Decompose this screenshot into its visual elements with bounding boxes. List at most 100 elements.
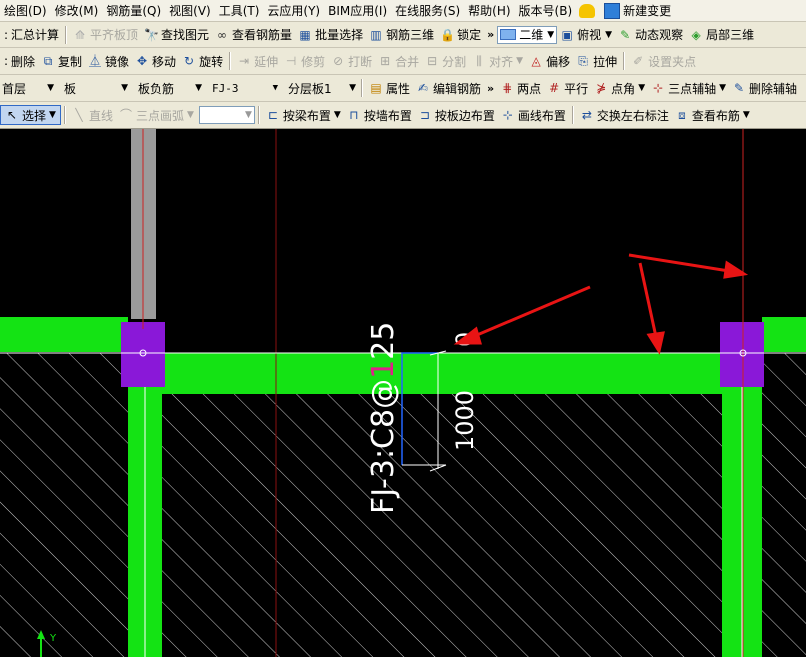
- new-change-icon: [604, 2, 621, 19]
- stretch-button[interactable]: ⎘ 拉伸: [573, 50, 620, 72]
- properties-label: 属性: [386, 81, 411, 96]
- chevron-down-icon: ▼: [638, 83, 646, 93]
- select-button[interactable]: ↖ 选择 ▼: [0, 105, 61, 125]
- align-label: 对齐: [489, 54, 514, 69]
- trim-label: 修剪: [301, 54, 326, 69]
- set-grip-button[interactable]: ✐ 设置夹点: [628, 50, 699, 72]
- batch-select-button[interactable]: ▦ 批量选择: [295, 24, 366, 46]
- layout-by-slab-edge-button[interactable]: ⊐ 按板边布置: [415, 104, 498, 126]
- local-3d-button[interactable]: ◈ 局部三维: [686, 24, 757, 46]
- arc-icon: ⌒: [119, 108, 132, 122]
- parallel-axis-button[interactable]: # 平行: [544, 77, 591, 99]
- extend-button[interactable]: ⇥ 延伸: [234, 50, 281, 72]
- new-change-button[interactable]: 新建变更: [601, 0, 674, 21]
- break-button[interactable]: ⊘ 打断: [328, 50, 375, 72]
- menu-tools[interactable]: 工具(T): [215, 2, 264, 19]
- menu-modify[interactable]: 修改(M): [51, 2, 103, 19]
- view-mode-select[interactable]: 二维 ▼: [497, 25, 558, 44]
- menu-help[interactable]: 帮助(H): [464, 2, 514, 19]
- menu-helper-icon[interactable]: [576, 0, 601, 21]
- extend-label: 延伸: [254, 54, 279, 69]
- calc-summary-label: 汇总计算: [11, 28, 60, 42]
- point-angle-button[interactable]: ⋡ 点角 ▼: [591, 77, 648, 99]
- menu-bim[interactable]: BIM应用(I): [324, 2, 391, 19]
- menu-online[interactable]: 在线服务(S): [391, 2, 464, 19]
- align-button[interactable]: ⫼ 对齐 ▼: [469, 50, 526, 72]
- merge-button[interactable]: ⊞ 合并: [375, 50, 422, 72]
- chevron-down-icon: ▼: [349, 83, 356, 93]
- axis-y-label: Y: [49, 633, 57, 644]
- two-point-axis-button[interactable]: ⋕ 两点: [497, 77, 544, 99]
- subtype-select[interactable]: 板负筋 ▼: [136, 78, 204, 98]
- separator: [623, 52, 626, 70]
- chevron-down-icon: ▼: [195, 83, 202, 93]
- view-direction-select[interactable]: ▣ 俯视 ▼: [557, 24, 615, 46]
- offset-button[interactable]: ◬ 偏移: [526, 50, 573, 72]
- split-icon: ⊟: [427, 54, 438, 68]
- drawing-canvas[interactable]: FJ-3:C8@125 0 1000 Y: [0, 129, 806, 657]
- align-slab-top-button[interactable]: ⟰ 平齐板顶: [70, 24, 141, 46]
- layer-select[interactable]: 分层板1 ▼: [286, 78, 358, 98]
- line-button[interactable]: ╲ 直线: [69, 104, 116, 126]
- dynamic-view-button[interactable]: ✎ 动态观察: [615, 24, 686, 46]
- element-select[interactable]: FJ-3 ▼: [210, 78, 280, 98]
- menu-rebar-quantity[interactable]: 钢筋量(Q): [102, 2, 165, 19]
- cube-icon: ▣: [561, 27, 573, 42]
- rotate-button[interactable]: ↻ 旋转: [179, 50, 226, 72]
- view-layout-icon: ⧈: [678, 108, 686, 122]
- arc-param-input[interactable]: ▼: [198, 106, 255, 124]
- three-point-axis-label: 三点辅轴: [668, 81, 717, 96]
- chevron-down-icon: ▼: [719, 83, 727, 93]
- find-element-button[interactable]: 🔭 查找图元: [141, 24, 212, 46]
- menu-draw[interactable]: 绘图(D): [0, 2, 51, 19]
- three-point-axis-icon: ⊹: [653, 81, 664, 95]
- swap-labels-button[interactable]: ⇄ 交换左右标注: [577, 104, 672, 126]
- view-rebar-qty-label: 查看钢筋量: [232, 28, 293, 42]
- mirror-button[interactable]: ⏅ 镜像: [85, 50, 132, 72]
- layout-by-beam-label: 按梁布置: [282, 108, 331, 123]
- dynamic-view-label: 动态观察: [635, 28, 684, 42]
- drawing-svg: FJ-3:C8@125 0 1000 Y: [0, 129, 806, 657]
- mirror-label: 镜像: [105, 54, 130, 69]
- menu-version[interactable]: 版本号(B): [515, 2, 577, 19]
- lock-button[interactable]: 🔒 锁定: [437, 24, 484, 46]
- category-select[interactable]: 板 ▼: [62, 78, 130, 98]
- delete-aux-button[interactable]: ✎ 删除辅轴: [729, 77, 800, 99]
- layout-by-wall-button[interactable]: ⊓ 按墙布置: [344, 104, 415, 126]
- separator: [361, 79, 363, 97]
- trim-button[interactable]: ⊣ 修剪: [281, 50, 328, 72]
- menu-view[interactable]: 视图(V): [165, 2, 215, 19]
- copy-button[interactable]: ⧉ 复制: [38, 50, 85, 72]
- two-point-label: 两点: [517, 81, 542, 96]
- toolbar-overflow-chevron-icon[interactable]: »: [484, 28, 497, 41]
- toolbar-overflow-chevron-icon[interactable]: »: [484, 82, 497, 95]
- floor-select[interactable]: 首层 ▼: [0, 78, 56, 98]
- three-point-arc-button[interactable]: ⌒ 三点画弧 ▼: [116, 104, 197, 126]
- layout-by-beam-button[interactable]: ⊏ 按梁布置 ▼: [263, 104, 344, 126]
- calc-summary-button[interactable]: : 汇总计算: [0, 24, 62, 46]
- line-label: 直线: [88, 108, 113, 123]
- draw-line-icon: ⊹: [502, 108, 513, 122]
- chevron-down-icon: ▼: [47, 83, 54, 93]
- point-angle-label: 点角: [611, 81, 636, 96]
- menu-cloud[interactable]: 云应用(Y): [263, 2, 324, 19]
- view-rebar-qty-button[interactable]: ∞ 查看钢筋量: [212, 24, 295, 46]
- find-element-label: 查找图元: [161, 28, 210, 42]
- view-mode-value: 二维: [519, 28, 544, 42]
- stretch-icon: ⎘: [578, 54, 588, 68]
- move-button[interactable]: ✥ 移动: [132, 50, 179, 72]
- draw-line-layout-button[interactable]: ⊹ 画线布置: [498, 104, 569, 126]
- split-button[interactable]: ⊟ 分割: [422, 50, 469, 72]
- orbit-icon: ✎: [620, 27, 631, 42]
- properties-button[interactable]: ▤ 属性: [366, 77, 413, 99]
- rotate-label: 旋转: [199, 54, 224, 69]
- edit-rebar-button[interactable]: ✍ 编辑钢筋: [413, 77, 484, 99]
- chevron-down-icon: ▼: [121, 83, 128, 93]
- menu-bar: 绘图(D) 修改(M) 钢筋量(Q) 视图(V) 工具(T) 云应用(Y) BI…: [0, 0, 806, 22]
- three-point-axis-button[interactable]: ⊹ 三点辅轴 ▼: [648, 77, 729, 99]
- delete-button[interactable]: : 删除: [0, 50, 38, 72]
- merge-icon: ⊞: [380, 54, 391, 68]
- view-layout-button[interactable]: ⧈ 查看布筋 ▼: [672, 104, 753, 126]
- rebar-3d-button[interactable]: ▥ 钢筋三维: [366, 24, 437, 46]
- lock-label: 锁定: [457, 28, 482, 42]
